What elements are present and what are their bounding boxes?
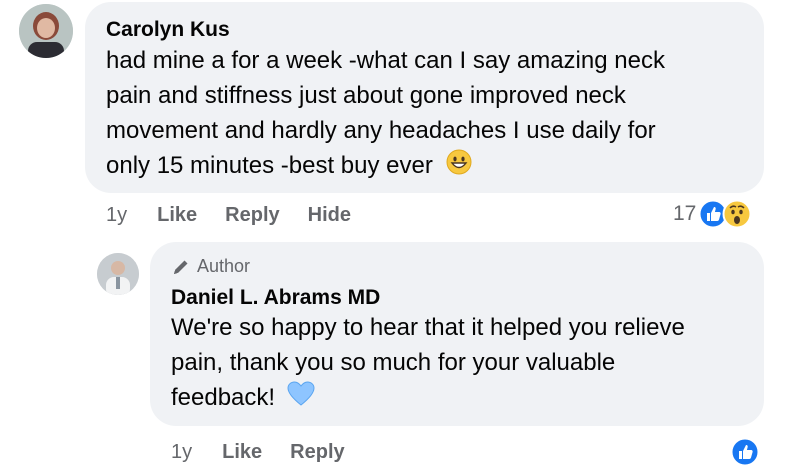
reply-author-name[interactable]: Daniel L. Abrams MD bbox=[171, 286, 380, 310]
comment-text-line: movement and hardly any headaches I use … bbox=[106, 117, 656, 144]
comment-hide-button[interactable]: Hide bbox=[308, 204, 351, 227]
pen-icon bbox=[174, 260, 188, 274]
reply-timestamp[interactable]: 1y bbox=[171, 441, 192, 464]
commenter-avatar[interactable] bbox=[19, 4, 73, 58]
reply-text: We're so happy to hear that it helped yo… bbox=[171, 310, 756, 417]
reply-text-line-content: feedback! bbox=[171, 384, 276, 411]
reply-actions: 1y Like Reply bbox=[171, 441, 373, 464]
reply-text-line: pain, thank you so much for your valuabl… bbox=[171, 349, 616, 376]
author-badge: Author bbox=[171, 256, 250, 277]
comment-text: had mine a for a week -what can I say am… bbox=[106, 43, 751, 185]
author-badge-label: Author bbox=[197, 256, 251, 276]
comment-actions: 1y Like Reply Hide bbox=[106, 204, 379, 227]
reaction-count: 17 bbox=[673, 202, 697, 225]
commenter-name[interactable]: Carolyn Kus bbox=[106, 18, 230, 42]
comment-text-line: only 15 minutes -best buy ever bbox=[106, 148, 751, 185]
reply-like-button[interactable]: Like bbox=[222, 441, 262, 464]
comment-timestamp[interactable]: 1y bbox=[106, 204, 127, 227]
blue-heart-emoji bbox=[287, 381, 315, 417]
like-icon bbox=[730, 437, 760, 467]
reply-reactions[interactable] bbox=[730, 437, 760, 467]
comment-like-button[interactable]: Like bbox=[157, 204, 197, 227]
profile-photo bbox=[19, 4, 73, 58]
wow-icon bbox=[722, 199, 752, 229]
reply-reply-button[interactable]: Reply bbox=[290, 441, 344, 464]
comment-text-line-content: only 15 minutes -best buy ever bbox=[106, 152, 433, 179]
grinning-face-emoji bbox=[446, 149, 472, 185]
reply-author-avatar[interactable] bbox=[97, 253, 139, 295]
comment-reactions[interactable]: 17 bbox=[673, 199, 752, 229]
comment-text-line: had mine a for a week -what can I say am… bbox=[106, 47, 665, 74]
comment-text-line: pain and stiffness just about gone impro… bbox=[106, 82, 626, 109]
profile-photo bbox=[97, 253, 139, 295]
reply-text-line: feedback! bbox=[171, 380, 756, 417]
reply-text-line: We're so happy to hear that it helped yo… bbox=[171, 314, 685, 341]
comment-reply-button[interactable]: Reply bbox=[225, 204, 279, 227]
